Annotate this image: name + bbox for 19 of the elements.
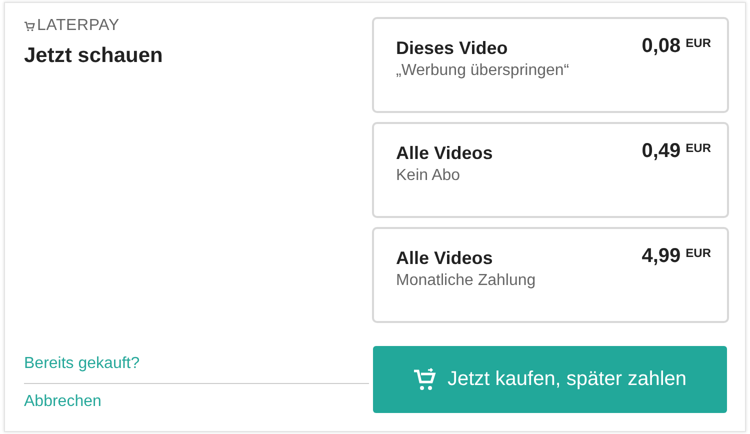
offer-name: Alle Videos: [396, 248, 494, 269]
offer-description: Kein Abo: [396, 167, 462, 185]
offer-option[interactable]: Alle Videos 4,99 EUR Monatliche Zahlung: [372, 227, 729, 323]
offer-description: Monatliche Zahlung: [396, 272, 537, 290]
offer-price: 0,49: [642, 140, 681, 163]
offer-name: Dieses Video: [396, 38, 509, 59]
offer-price: 4,99: [642, 245, 681, 268]
offer-name: Alle Videos: [396, 143, 494, 164]
offer-price: 0,08: [642, 35, 681, 58]
offer-option[interactable]: Alle Videos 0,49 EUR Kein Abo: [372, 122, 729, 218]
cart-icon: [413, 368, 438, 392]
cart-icon: [24, 20, 35, 32]
offer-description: „Werbung überspringen“: [396, 62, 570, 80]
currency-label: EUR: [686, 36, 711, 50]
brand-name: LATERPAY: [37, 17, 120, 35]
currency-label: EUR: [686, 246, 711, 260]
offer-option[interactable]: Dieses Video 0,08 EUR „Werbung überspringen“: [372, 17, 729, 113]
currency-label: EUR: [686, 141, 711, 155]
dialog-title: Jetzt schauen: [24, 44, 163, 68]
